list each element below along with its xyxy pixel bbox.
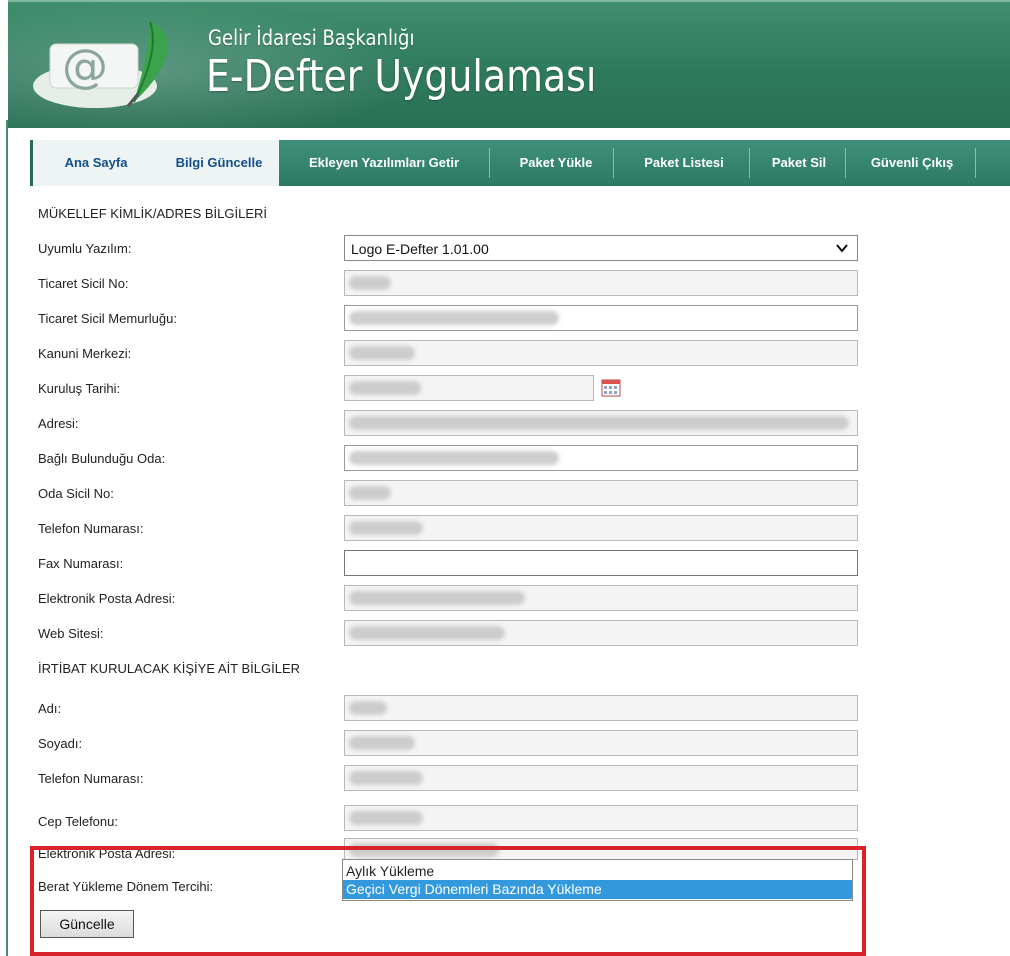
chevron-down-icon (836, 244, 848, 253)
label-eposta: Elektronik Posta Adresi: (38, 591, 176, 606)
redacted-value (349, 626, 505, 640)
nav-guvenli-cikis[interactable]: Güvenli Çıkış (851, 140, 973, 186)
redacted-value (349, 521, 423, 535)
soyadi-input[interactable] (344, 730, 858, 756)
redacted-value (349, 811, 423, 825)
ticaret-sicil-memurlugu-input[interactable] (344, 305, 858, 331)
label-uyumlu-yazilim: Uyumlu Yazılım: (38, 241, 132, 256)
kisi-eposta-input[interactable] (344, 838, 858, 860)
section-title-kimlik-adres: MÜKELLEF KİMLİK/ADRES BİLGİLERİ (38, 206, 268, 221)
kanuni-merkezi-input[interactable] (344, 340, 858, 366)
redacted-value (349, 346, 415, 360)
nav-paket-yukle[interactable]: Paket Yükle (499, 140, 613, 186)
redacted-value (349, 701, 387, 715)
kurulus-tarihi-input[interactable] (344, 375, 594, 401)
svg-text:@: @ (62, 39, 108, 93)
bagli-oda-input[interactable] (344, 445, 858, 471)
nav-ekleyen-yazilimlari-getir[interactable]: Ekleyen Yazılımları Getir (279, 140, 489, 186)
redacted-value (349, 451, 559, 465)
label-kisi-eposta: Elektronik Posta Adresi: (38, 846, 176, 861)
label-kanuni-merkezi: Kanuni Merkezi: (38, 346, 132, 361)
cep-telefonu-input[interactable] (344, 805, 858, 831)
redacted-value (349, 843, 499, 857)
label-adresi: Adresi: (38, 416, 79, 431)
header-subtitle: Gelir İdaresi Başkanlığı (208, 26, 415, 50)
section-title-irtibat: İRTİBAT KURULACAK KİŞİYE AİT BİLGİLER (38, 661, 301, 676)
nav-paket-sil[interactable]: Paket Sil (755, 140, 843, 186)
label-oda-sicil-no: Oda Sicil No: (38, 486, 114, 501)
redacted-value (349, 486, 391, 500)
nav-separator (749, 148, 750, 178)
redacted-value (349, 276, 391, 290)
label-fax-numarasi: Fax Numarası: (38, 556, 124, 571)
label-berat-donem-tercihi: Berat Yükleme Dönem Tercihi: (38, 879, 214, 894)
label-kurulus-tarihi: Kuruluş Tarihi: (38, 381, 121, 396)
label-soyadi: Soyadı: (38, 736, 83, 751)
label-adi: Adı: (38, 701, 62, 716)
nav-ana-sayfa[interactable]: Ana Sayfa (33, 140, 159, 186)
header-title: E-Defter Uygulaması (206, 51, 597, 102)
redacted-value (349, 416, 849, 430)
redacted-value (349, 381, 421, 395)
label-web-sitesi: Web Sitesi: (38, 626, 104, 641)
label-ticaret-sicil-memurlugu: Ticaret Sicil Memurluğu: (38, 311, 177, 326)
label-kisi-telefon: Telefon Numarası: (38, 771, 144, 786)
label-cep-telefonu: Cep Telefonu: (38, 814, 118, 829)
page-left-border (6, 120, 8, 956)
uyumlu-yazilim-select[interactable]: Logo E-Defter 1.01.00 (344, 235, 858, 261)
calendar-icon[interactable] (601, 379, 621, 397)
label-ticaret-sicil-no: Ticaret Sicil No: (38, 276, 129, 291)
nav-separator (975, 148, 976, 178)
adresi-input[interactable] (344, 410, 858, 436)
nav-separator (613, 148, 614, 178)
berat-donem-dropdown[interactable]: Aylık Yükleme Geçici Vergi Dönemleri Baz… (342, 859, 853, 901)
label-telefon-numarasi: Telefon Numarası: (38, 521, 144, 536)
nav-separator (489, 148, 490, 178)
nav-bilgi-guncelle[interactable]: Bilgi Güncelle (159, 140, 279, 186)
redacted-value (349, 771, 423, 785)
label-bagli-oda: Bağlı Bulunduğu Oda: (38, 451, 166, 466)
oda-sicil-no-input[interactable] (344, 480, 858, 506)
redacted-value (349, 311, 559, 325)
uyumlu-yazilim-value: Logo E-Defter 1.01.00 (351, 241, 489, 257)
nav-paket-listesi[interactable]: Paket Listesi (621, 140, 747, 186)
main-navbar: Ana Sayfa Bilgi Güncelle Ekleyen Yazılım… (30, 140, 1010, 186)
kisi-telefon-input[interactable] (344, 765, 858, 791)
telefon-numarasi-input[interactable] (344, 515, 858, 541)
redacted-value (349, 591, 525, 605)
app-header: @ Gelir İdaresi Başkanlığı E-Defter Uygu… (8, 0, 1010, 128)
e-defter-logo: @ (33, 21, 168, 108)
eposta-input[interactable] (344, 585, 858, 611)
ticaret-sicil-no-input[interactable] (344, 270, 858, 296)
adi-input[interactable] (344, 695, 858, 721)
redacted-value (349, 736, 415, 750)
web-sitesi-input[interactable] (344, 620, 858, 646)
fax-numarasi-input[interactable] (344, 550, 858, 576)
option-aylik-yukleme[interactable]: Aylık Yükleme (343, 862, 852, 881)
nav-separator (845, 148, 846, 178)
guncelle-button[interactable]: Güncelle (40, 910, 134, 938)
option-gecici-vergi-donemleri[interactable]: Geçici Vergi Dönemleri Bazında Yükleme (343, 880, 852, 899)
